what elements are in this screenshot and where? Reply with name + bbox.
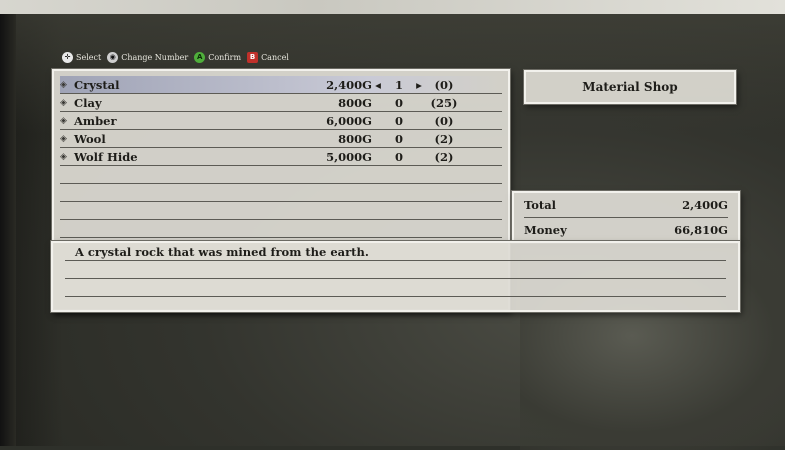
item-row-wool[interactable]: ◈ Wool 800G 0 (2) — [60, 130, 502, 148]
stick-change-icon: ◉ — [107, 51, 119, 63]
item-price: 2,400G — [326, 77, 372, 92]
hint-select-label: Select — [76, 52, 102, 62]
dpad-select-icon: ✛ — [62, 51, 73, 63]
item-quantity: 0 — [394, 95, 403, 110]
item-name: Wool — [74, 131, 106, 146]
empty-row — [60, 166, 502, 184]
left-border — [0, 14, 16, 446]
material-tag-icon: ◈ — [60, 133, 67, 144]
b-button-icon: B — [247, 51, 259, 63]
totals-panel: Total 2,400G Money 66,810G — [512, 191, 740, 243]
total-label: Total — [524, 198, 557, 212]
shop-title-panel: Material Shop — [524, 70, 736, 104]
money-value: 66,810G — [674, 223, 728, 237]
item-quantity: 0 — [394, 149, 403, 164]
a-button-icon: A — [194, 51, 206, 63]
money-label: Money — [524, 223, 567, 237]
description-empty-line — [65, 261, 726, 279]
top-border — [0, 0, 785, 14]
hint-confirm: A Confirm — [194, 51, 242, 63]
empty-row — [60, 202, 502, 220]
hint-cancel: B Cancel — [247, 51, 289, 63]
item-owned: (2) — [434, 149, 454, 164]
decrease-arrow-icon[interactable]: ◂ — [372, 78, 384, 92]
item-quantity: 0 — [394, 131, 403, 146]
item-description: A crystal rock that was mined from the e… — [65, 243, 726, 261]
item-row-wolf-hide[interactable]: ◈ Wolf Hide 5,000G 0 (2) — [60, 148, 502, 166]
hint-cancel-label: Cancel — [261, 52, 289, 62]
item-row-crystal[interactable]: ◈ Crystal 2,400G ◂ 1 ▸ (0) — [60, 76, 502, 94]
total-value: 2,400G — [682, 198, 728, 212]
increase-arrow-icon[interactable]: ▸ — [414, 78, 424, 92]
empty-row — [60, 220, 502, 238]
item-price: 6,000G — [326, 113, 372, 128]
item-name: Amber — [74, 113, 117, 128]
item-price: 800G — [338, 95, 372, 110]
item-price: 800G — [338, 131, 372, 146]
hint-change-number: ◉ Change Number — [107, 51, 189, 63]
item-name: Clay — [74, 95, 102, 110]
hint-select: ✛ Select — [62, 51, 102, 63]
item-owned: (25) — [430, 95, 458, 110]
item-row-clay[interactable]: ◈ Clay 800G 0 (25) — [60, 94, 502, 112]
item-owned: (0) — [434, 77, 454, 92]
item-quantity[interactable]: 1 — [384, 78, 414, 92]
hint-change-number-label: Change Number — [121, 52, 189, 62]
control-hints: ✛ Select ◉ Change Number A Confirm B Can… — [62, 49, 289, 65]
item-quantity: 0 — [394, 113, 403, 128]
material-tag-icon: ◈ — [60, 79, 67, 90]
material-tag-icon: ◈ — [60, 97, 67, 108]
item-list: ◈ Crystal 2,400G ◂ 1 ▸ (0) ◈ Clay 800G 0… — [60, 76, 502, 238]
money-line: Money 66,810G — [524, 218, 728, 243]
total-line: Total 2,400G — [524, 193, 728, 218]
material-tag-icon: ◈ — [60, 151, 67, 162]
description-empty-line — [65, 279, 726, 297]
shop-title: Material Shop — [582, 80, 678, 94]
item-name: Wolf Hide — [74, 149, 138, 164]
hint-confirm-label: Confirm — [208, 52, 242, 62]
item-name: Crystal — [74, 77, 120, 92]
item-owned: (0) — [434, 113, 454, 128]
item-owned: (2) — [434, 131, 454, 146]
empty-row — [60, 184, 502, 202]
item-row-amber[interactable]: ◈ Amber 6,000G 0 (0) — [60, 112, 502, 130]
description-panel: A crystal rock that was mined from the e… — [51, 241, 740, 312]
material-tag-icon: ◈ — [60, 115, 67, 126]
item-price: 5,000G — [326, 149, 372, 164]
